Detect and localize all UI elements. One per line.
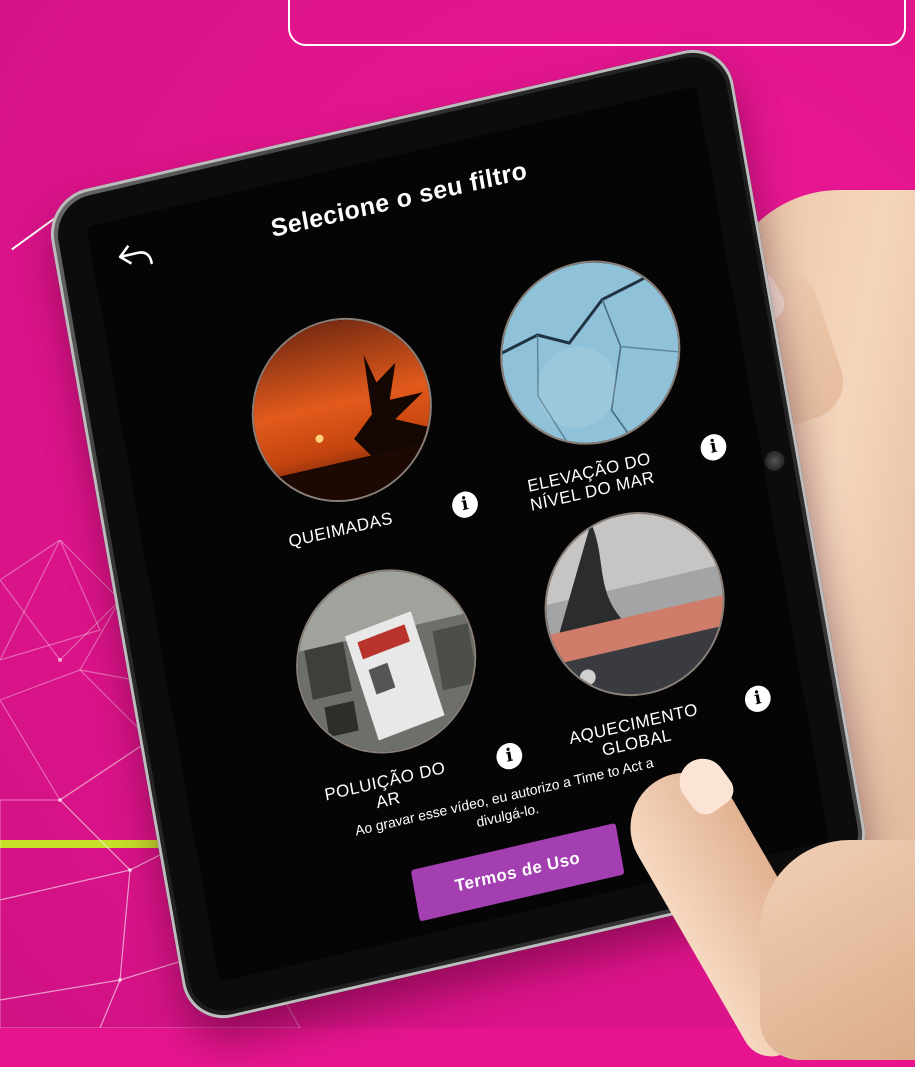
filter-thumbnail-poluicao-do-ar[interactable] bbox=[281, 551, 491, 772]
filter-thumbnail-elevacao-nivel-mar[interactable] bbox=[485, 242, 695, 463]
filter-thumbnail-queimadas[interactable] bbox=[237, 299, 447, 521]
top-outline-box bbox=[288, 0, 906, 46]
info-icon[interactable]: i bbox=[742, 683, 773, 715]
filter-option-queimadas[interactable]: QUEIMADAS i bbox=[199, 291, 495, 590]
info-icon[interactable]: i bbox=[450, 488, 480, 521]
hand-lower bbox=[760, 840, 915, 1060]
camera-dot bbox=[763, 448, 787, 474]
info-icon[interactable]: i bbox=[698, 431, 729, 464]
filter-thumbnail-aquecimento-global[interactable] bbox=[530, 493, 740, 715]
filter-option-elevacao-nivel-mar[interactable]: ELEVAÇÃO DO NÍVEL DO MAR i bbox=[448, 234, 744, 533]
filter-label: QUEIMADAS bbox=[287, 508, 395, 552]
info-icon[interactable]: i bbox=[494, 740, 525, 772]
